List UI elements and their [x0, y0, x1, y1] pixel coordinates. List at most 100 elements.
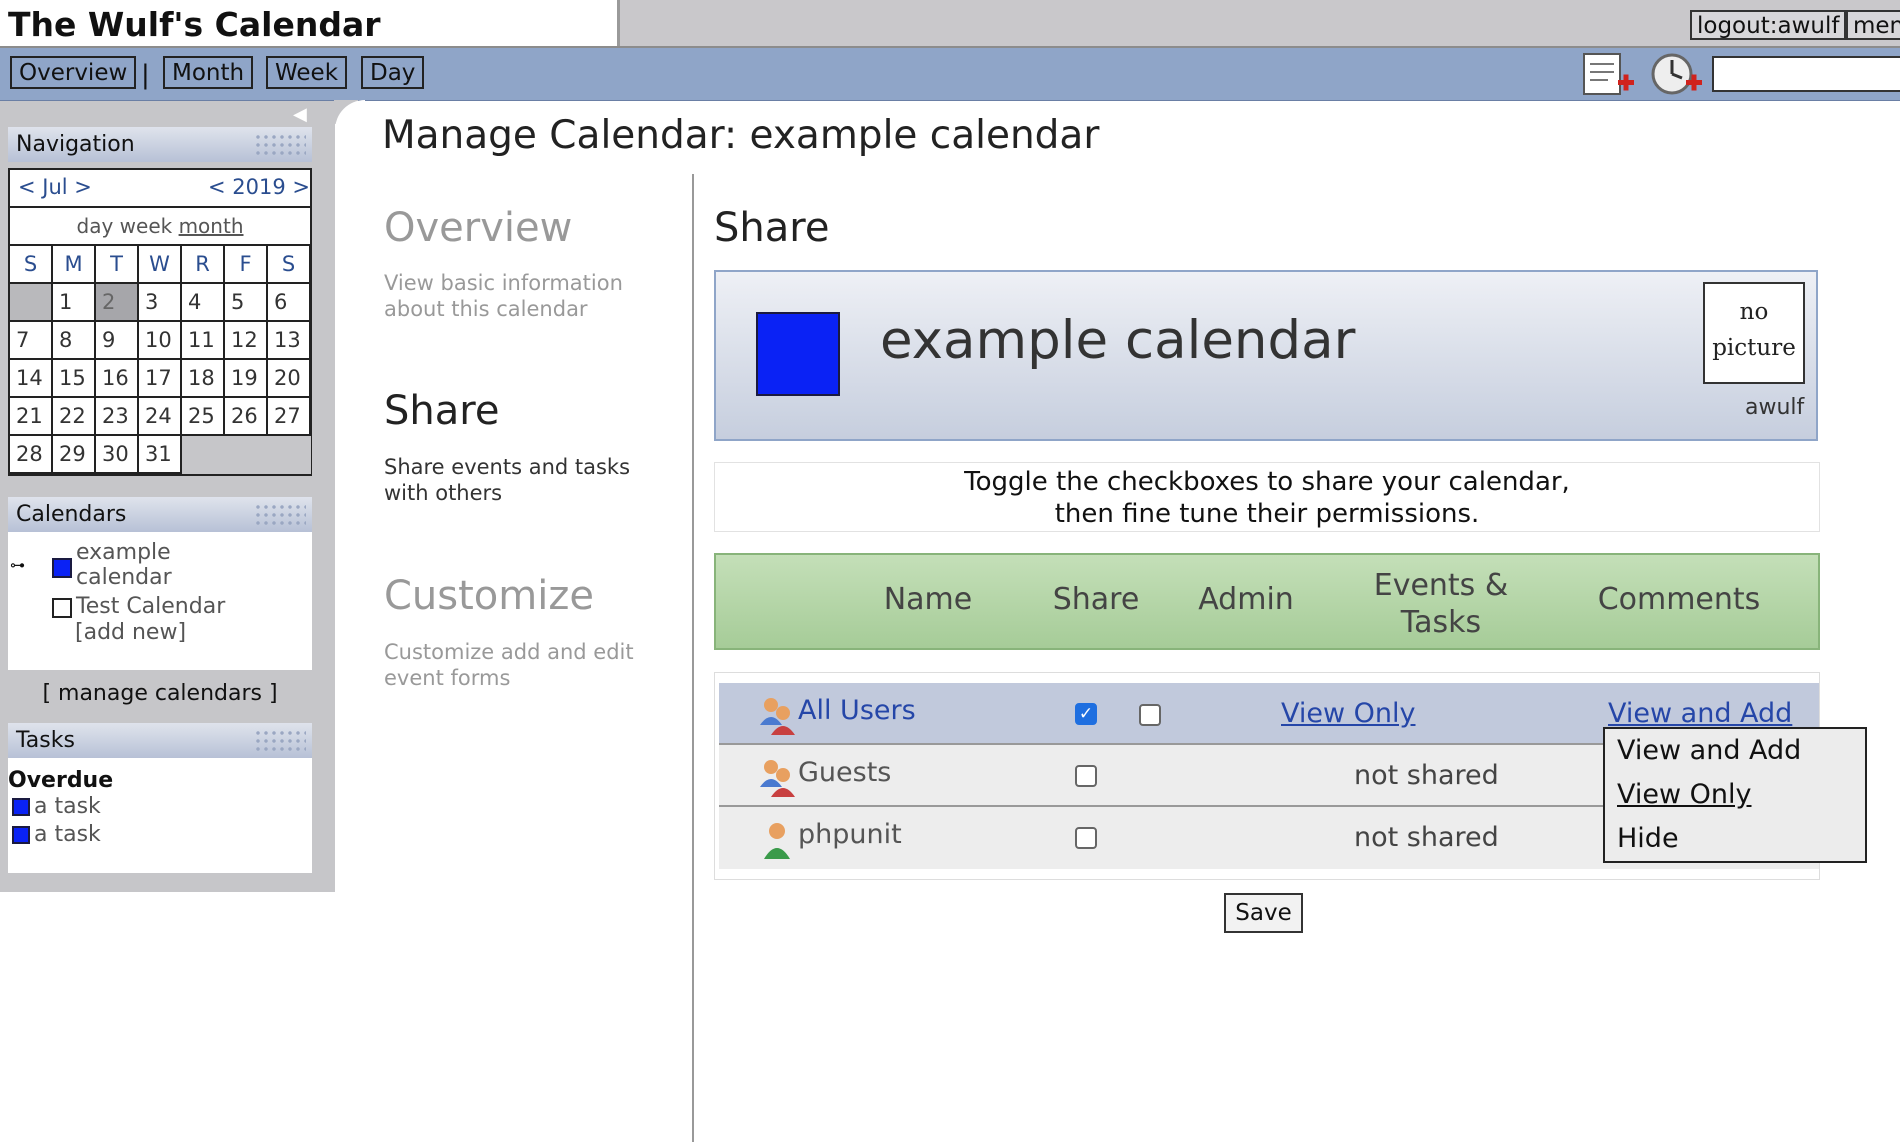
user-name: All Users — [798, 695, 916, 726]
day-cell[interactable]: 22 — [53, 398, 96, 436]
day-cell[interactable]: 14 — [10, 360, 53, 398]
day-cell[interactable]: 5 — [225, 284, 268, 322]
day-cell[interactable]: 1 — [53, 284, 96, 322]
calendar-color-swatch — [756, 312, 840, 396]
task-item[interactable]: a task — [34, 794, 101, 819]
calendar-color-swatch[interactable] — [52, 598, 72, 618]
day-cell[interactable]: 10 — [139, 322, 182, 360]
empty-day-cell — [225, 436, 268, 474]
option-hide[interactable]: Hide — [1617, 823, 1679, 854]
nav-separator: | — [141, 60, 150, 90]
day-cell[interactable]: 15 — [53, 360, 96, 398]
day-cell[interactable]: 20 — [268, 360, 311, 398]
day-cell[interactable]: 23 — [96, 398, 139, 436]
day-cell[interactable]: 16 — [96, 360, 139, 398]
day-cell[interactable]: 18 — [182, 360, 225, 398]
owner-name: awulf — [1745, 395, 1805, 420]
day-view-button[interactable]: Day — [361, 56, 425, 89]
section-share-title[interactable]: Share — [384, 388, 499, 434]
day-cell[interactable]: 26 — [225, 398, 268, 436]
share-checkbox[interactable] — [1075, 765, 1097, 787]
events-permission-link[interactable]: View Only — [1281, 698, 1416, 729]
share-checkbox[interactable]: ✓ — [1075, 703, 1097, 725]
logout-button[interactable]: logout:awulf — [1690, 10, 1847, 40]
day-cell[interactable]: 2 — [96, 284, 139, 322]
column-name: Name — [883, 582, 973, 617]
calendars-title: Calendars — [16, 502, 127, 527]
month-view-link[interactable]: month — [179, 214, 244, 238]
calendar-color-swatch[interactable] — [52, 558, 72, 578]
column-admin: Admin — [1198, 582, 1294, 617]
navigation-panel-header[interactable]: Navigation — [8, 127, 312, 162]
overview-view-button[interactable]: Overview — [10, 56, 137, 89]
day-cell[interactable]: 21 — [10, 398, 53, 436]
column-events-line2: Tasks — [1400, 605, 1482, 640]
manage-calendars-link[interactable]: [ manage calendars ] — [0, 681, 320, 706]
mini-calendar: < Jul > < 2019 > day week month SMTWRFS1… — [8, 168, 312, 476]
app-title: The Wulf's Calendar — [0, 0, 620, 46]
add-task-icon[interactable] — [1580, 50, 1636, 98]
calendar-item-example[interactable]: example calendar — [76, 540, 236, 590]
empty-day-cell — [182, 436, 225, 474]
day-cell[interactable]: 11 — [182, 322, 225, 360]
year-selector[interactable]: < 2019 > — [208, 175, 310, 199]
day-cell[interactable]: 30 — [96, 436, 139, 474]
weekday-header: M — [53, 246, 96, 284]
instructions-line2: then fine tune their permissions. — [1054, 499, 1480, 529]
day-cell[interactable]: 17 — [139, 360, 182, 398]
day-cell[interactable]: 13 — [268, 322, 311, 360]
section-overview-title[interactable]: Overview — [384, 205, 572, 251]
menu-button[interactable]: men — [1846, 10, 1900, 40]
share-checkbox[interactable] — [1075, 827, 1097, 849]
day-cell[interactable]: 31 — [139, 436, 182, 474]
week-view-button[interactable]: Week — [266, 56, 348, 89]
comments-permission-link[interactable]: View and Add — [1608, 698, 1792, 729]
day-cell[interactable]: 27 — [268, 398, 311, 436]
comments-permission-dropdown: View and Add View Only Hide — [1603, 727, 1867, 863]
day-cell[interactable]: 28 — [10, 436, 53, 474]
drag-handle-icon[interactable] — [254, 729, 306, 753]
weekday-header: F — [225, 246, 268, 284]
week-view-link[interactable]: week — [120, 214, 173, 238]
save-button[interactable]: Save — [1224, 893, 1303, 933]
day-cell[interactable]: 4 — [182, 284, 225, 322]
month-selector[interactable]: < Jul > — [18, 175, 92, 199]
day-view-link[interactable]: day — [77, 214, 114, 238]
task-item[interactable]: a task — [34, 822, 101, 847]
section-overview-desc: View basic information about this calend… — [384, 271, 623, 321]
empty-day-cell — [10, 284, 53, 322]
day-cell[interactable]: 7 — [10, 322, 53, 360]
search-input[interactable] — [1712, 56, 1900, 92]
mini-calendar-views: day week month — [10, 208, 310, 246]
mini-calendar-header: < Jul > < 2019 > — [10, 170, 310, 208]
day-cell[interactable]: 9 — [96, 322, 139, 360]
calendars-panel: ⊶ example calendar Test Calendar [add ne… — [8, 532, 312, 670]
option-view-only[interactable]: View Only — [1617, 779, 1752, 810]
group-icon — [760, 760, 795, 797]
day-cell[interactable]: 29 — [53, 436, 96, 474]
user-name: Guests — [798, 757, 892, 788]
day-cell[interactable]: 6 — [268, 284, 311, 322]
day-cell[interactable]: 24 — [139, 398, 182, 436]
drag-handle-icon[interactable] — [254, 503, 306, 527]
month-view-button[interactable]: Month — [163, 56, 254, 89]
collapse-sidebar-icon[interactable]: ◀ — [293, 104, 307, 125]
group-icon — [760, 698, 795, 735]
tasks-panel-header[interactable]: Tasks — [8, 723, 312, 758]
calendar-summary-card: example calendar no picture awulf — [714, 270, 1818, 441]
day-cell[interactable]: 8 — [53, 322, 96, 360]
calendar-name: example calendar — [880, 310, 1356, 371]
tasks-panel: Overdue a task a task — [8, 758, 312, 873]
add-calendar-link[interactable]: [add new] — [75, 620, 186, 645]
add-event-icon[interactable] — [1648, 50, 1704, 98]
section-customize-title[interactable]: Customize — [384, 573, 594, 619]
day-cell[interactable]: 19 — [225, 360, 268, 398]
calendar-item-test[interactable]: Test Calendar — [76, 594, 225, 619]
drag-handle-icon[interactable] — [254, 133, 306, 157]
option-view-and-add[interactable]: View and Add — [1617, 735, 1801, 766]
calendars-panel-header[interactable]: Calendars — [8, 497, 312, 532]
day-cell[interactable]: 3 — [139, 284, 182, 322]
day-cell[interactable]: 25 — [182, 398, 225, 436]
day-cell[interactable]: 12 — [225, 322, 268, 360]
admin-checkbox[interactable] — [1139, 704, 1161, 726]
